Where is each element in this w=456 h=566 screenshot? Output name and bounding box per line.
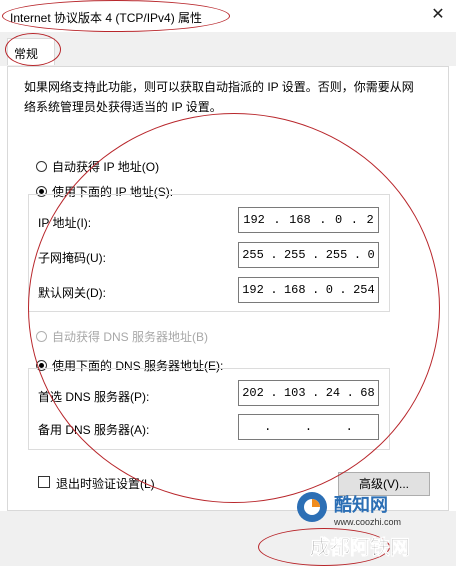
ip-auto-label: 自动获得 IP 地址(O) <box>52 160 160 174</box>
tab-bar: 常规 <box>0 32 456 66</box>
dns-auto-radio[interactable] <box>36 331 47 342</box>
default-gateway-input[interactable]: 192. 168. 0. 254 <box>238 277 379 303</box>
ip-auto-radio[interactable] <box>36 161 47 172</box>
ip-octet: 255 <box>283 248 306 262</box>
ip-octet: 192 <box>242 283 264 297</box>
ip-octet: 68 <box>360 386 375 400</box>
ip-octet: 254 <box>353 283 375 297</box>
close-icon[interactable]: ✕ <box>426 4 450 26</box>
ip-octet: 192 <box>243 213 265 227</box>
ip-octet: 202 <box>242 386 264 400</box>
alternate-dns-input[interactable]: . . . <box>238 414 379 440</box>
ip-octet: 255 <box>325 248 348 262</box>
watermark-site-url: www.coozhi.com <box>333 517 401 527</box>
default-gateway-label: 默认网关(D): <box>38 286 106 300</box>
description-text: 如果网络支持此功能，则可以获取自动指派的 IP 设置。否则，你需要从网络系统管理… <box>24 80 414 114</box>
ip-octet: 168 <box>289 213 311 227</box>
ip-octet: 168 <box>283 283 306 297</box>
ip-octet: 255 <box>242 248 264 262</box>
ip-address-input[interactable]: 192. 168. 0. 2 <box>238 207 379 233</box>
ip-address-label: IP 地址(I): <box>38 216 92 230</box>
tab-general[interactable]: 常规 <box>7 38 55 65</box>
dns-auto-label: 自动获得 DNS 服务器地址(B) <box>52 330 209 344</box>
preferred-dns-label: 首选 DNS 服务器(P): <box>38 390 150 404</box>
subnet-mask-input[interactable]: 255. 255. 255. 0 <box>238 242 379 268</box>
watermark-bottom-logo: 成都阿铁网 <box>310 535 411 560</box>
alternate-dns-label: 备用 DNS 服务器(A): <box>38 423 150 437</box>
ip-octet: 2 <box>366 213 374 227</box>
watermark-coozhi-logo: 酷知网 www.coozhi.com <box>297 492 401 527</box>
validate-checkbox[interactable] <box>38 476 50 488</box>
ip-octet: 24 <box>325 386 341 400</box>
ip-octet: 103 <box>283 386 306 400</box>
subnet-mask-label: 子网掩码(U): <box>38 251 106 265</box>
validate-label: 退出时验证设置(L) <box>56 477 155 491</box>
ip-octet: 0 <box>367 248 375 262</box>
watermark-site-cn: 酷知网 <box>334 494 388 516</box>
ip-octet: 0 <box>325 283 333 297</box>
window-title: Internet 协议版本 4 (TCP/IPv4) 属性 <box>10 11 203 25</box>
preferred-dns-input[interactable]: 202. 103. 24. 68 <box>238 380 379 406</box>
title-bar: Internet 协议版本 4 (TCP/IPv4) 属性 ✕ <box>0 0 456 32</box>
watermark-bottom-text: 成都阿铁网 <box>310 535 410 559</box>
tab-general-label: 常规 <box>14 47 39 61</box>
ip-octet: 0 <box>335 213 343 227</box>
